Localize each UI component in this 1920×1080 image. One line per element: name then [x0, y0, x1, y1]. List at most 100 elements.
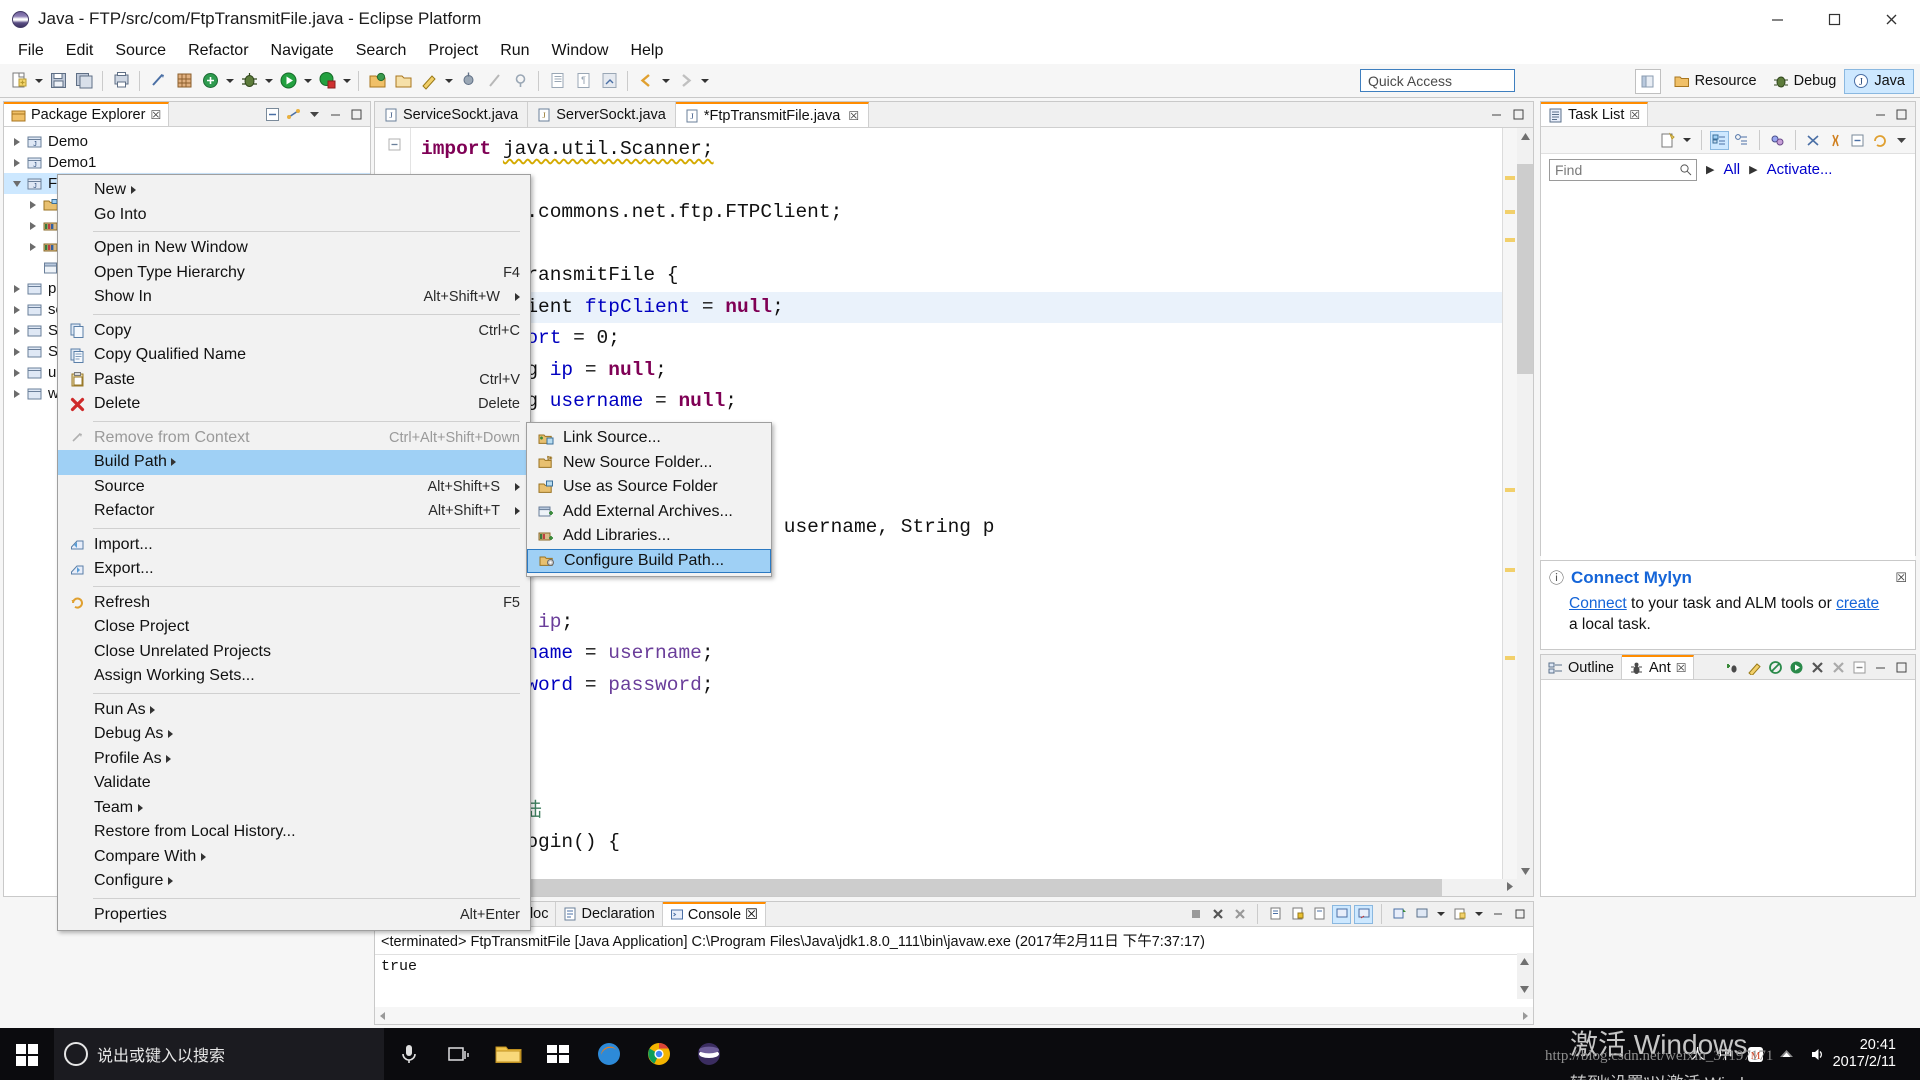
expand-arrow-icon[interactable] [10, 366, 24, 380]
context-menu-item-profile-as[interactable]: Profile As [58, 747, 530, 772]
context-menu-item-refresh[interactable]: Refresh F5 [58, 591, 530, 616]
menu-project[interactable]: Project [417, 40, 489, 62]
expand-arrow-icon[interactable] [10, 324, 24, 338]
editor-tab-ftptransmitfile[interactable]: J *FtpTransmitFile.java ☒ [675, 102, 870, 127]
editor-tab-servicesockt[interactable]: J ServiceSockt.java [375, 102, 529, 127]
taskbar-search-box[interactable]: 说出或键入以搜索 [54, 1028, 384, 1080]
context-menu-item-close-unrelated-projects[interactable]: Close Unrelated Projects [58, 640, 530, 665]
quick-access-input[interactable]: Quick Access [1360, 69, 1515, 92]
mylyn-create-link[interactable]: create [1836, 595, 1879, 612]
submenu-item-use-as-source-folder[interactable]: Use as Source Folder [527, 475, 771, 500]
editor-vertical-scrollbar[interactable] [1517, 128, 1533, 896]
context-menu-item-debug-as[interactable]: Debug As [58, 722, 530, 747]
synchronize-icon[interactable] [1804, 131, 1823, 150]
console-horizontal-scrollbar[interactable] [375, 1007, 1533, 1024]
tab-package-explorer[interactable]: Package Explorer ☒ [4, 102, 170, 126]
open-console-menu-icon[interactable] [1450, 905, 1469, 924]
toggle-breakpoint-icon[interactable] [455, 68, 481, 94]
show-desktop-button[interactable] [1906, 1028, 1914, 1080]
new-task-icon[interactable] [1658, 131, 1677, 150]
remove-icon[interactable] [1808, 658, 1827, 677]
context-menu-item-assign-working-sets[interactable]: Assign Working Sets... [58, 664, 530, 689]
maximize-button[interactable] [1806, 0, 1863, 38]
context-menu-item-restore-from-local-history[interactable]: Restore from Local History... [58, 820, 530, 845]
run-last-dropdown-icon[interactable] [223, 68, 236, 94]
console-vertical-scrollbar[interactable] [1517, 953, 1533, 999]
scroll-lock-icon[interactable] [1288, 905, 1307, 924]
close-icon[interactable]: ☒ [848, 109, 859, 123]
run-coverage-dropdown-icon[interactable] [340, 68, 353, 94]
console-menu-dropdown-icon[interactable] [1472, 901, 1485, 927]
context-menu-item-export[interactable]: Export... [58, 557, 530, 582]
add-buildfile-icon[interactable] [1724, 658, 1743, 677]
maximize-editor-icon[interactable] [1509, 105, 1528, 124]
skip-breakpoints-icon[interactable] [481, 68, 507, 94]
menu-source[interactable]: Source [104, 40, 177, 62]
view-menu-icon[interactable] [1892, 131, 1911, 150]
context-menu-item-source[interactable]: Source Alt+Shift+S [58, 475, 530, 500]
expand-arrow-icon[interactable] [10, 282, 24, 296]
tree-node-demo1[interactable]: J Demo1 [4, 152, 370, 173]
minimize-button[interactable] [1749, 0, 1806, 38]
minimize-view-icon[interactable] [1871, 658, 1890, 677]
remove-all-2-icon[interactable] [1829, 658, 1848, 677]
submenu-item-configure-build-path[interactable]: Configure Build Path... [527, 548, 771, 573]
pin-console-icon[interactable] [1332, 904, 1351, 924]
perspective-resource[interactable]: Resource [1666, 69, 1765, 94]
context-menu-item-delete[interactable]: Delete Delete [58, 392, 530, 417]
scroll-up-icon[interactable] [1517, 128, 1533, 144]
close-icon[interactable]: ☒ [1895, 570, 1907, 586]
expand-arrow-icon[interactable] [10, 387, 24, 401]
task-view-icon[interactable] [434, 1028, 484, 1080]
search-marker-dropdown-icon[interactable] [442, 68, 455, 94]
scroll-right-icon[interactable] [1504, 879, 1515, 897]
menu-file[interactable]: File [7, 40, 55, 62]
menu-navigate[interactable]: Navigate [260, 40, 345, 62]
context-menu-item-close-project[interactable]: Close Project [58, 615, 530, 640]
context-menu-item-configure[interactable]: Configure [58, 869, 530, 894]
menu-edit[interactable]: Edit [55, 40, 105, 62]
microphone-icon[interactable] [384, 1028, 434, 1080]
next-annotation-icon[interactable]: ¶ [570, 68, 596, 94]
context-menu-item-go-into[interactable]: Go Into [58, 203, 530, 228]
focus-on-workweek-icon[interactable] [1768, 131, 1787, 150]
print-icon[interactable] [108, 68, 134, 94]
view-menu-icon[interactable] [305, 105, 324, 124]
minimize-editor-icon[interactable] [1487, 105, 1506, 124]
pin-icon[interactable] [507, 68, 533, 94]
context-menu-item-new[interactable]: New [58, 178, 530, 203]
forward-dropdown-icon[interactable] [698, 68, 711, 94]
context-menu-item-build-path[interactable]: Build Path [58, 450, 530, 475]
collapse-all-icon[interactable] [1850, 658, 1869, 677]
remove-launch-icon[interactable] [1208, 905, 1227, 924]
minimize-view-icon[interactable] [326, 105, 345, 124]
link-with-editor-icon[interactable] [284, 105, 303, 124]
maximize-view-icon[interactable] [347, 105, 366, 124]
context-menu-item-copy-qualified-name[interactable]: Copy Qualified Name [58, 343, 530, 368]
new-java-class-icon[interactable] [171, 68, 197, 94]
categorized-mode-icon[interactable] [1710, 130, 1729, 150]
collapse-all-icon[interactable] [1848, 131, 1867, 150]
file-explorer-icon[interactable] [484, 1028, 534, 1080]
close-button[interactable] [1863, 0, 1920, 38]
show-console-icon[interactable] [1310, 905, 1329, 924]
search-marker-icon[interactable] [416, 68, 442, 94]
minimize-view-icon[interactable] [1871, 105, 1890, 124]
context-menu-item-open-in-new-window[interactable]: Open in New Window [58, 236, 530, 261]
new-console-view-icon[interactable] [1412, 905, 1431, 924]
terminate-icon[interactable] [1186, 905, 1205, 924]
save-all-icon[interactable] [71, 68, 97, 94]
restore-tasks-icon[interactable] [1870, 131, 1889, 150]
task-filter-all[interactable]: All [1723, 161, 1740, 178]
expand-arrow-icon[interactable] [10, 156, 24, 170]
submenu-item-new-source-folder[interactable]: New Source Folder... [527, 451, 771, 476]
start-button[interactable] [0, 1028, 54, 1080]
clear-console-icon[interactable] [1266, 905, 1285, 924]
expand-arrow-icon[interactable] [26, 198, 40, 212]
close-icon[interactable]: ☒ [745, 907, 758, 923]
show-hidden-icon[interactable] [1826, 131, 1845, 150]
outline-body[interactable] [1541, 680, 1915, 896]
run-last-tool-icon[interactable] [197, 68, 223, 94]
expand-arrow-icon[interactable] [10, 303, 24, 317]
run-icon[interactable] [275, 68, 301, 94]
